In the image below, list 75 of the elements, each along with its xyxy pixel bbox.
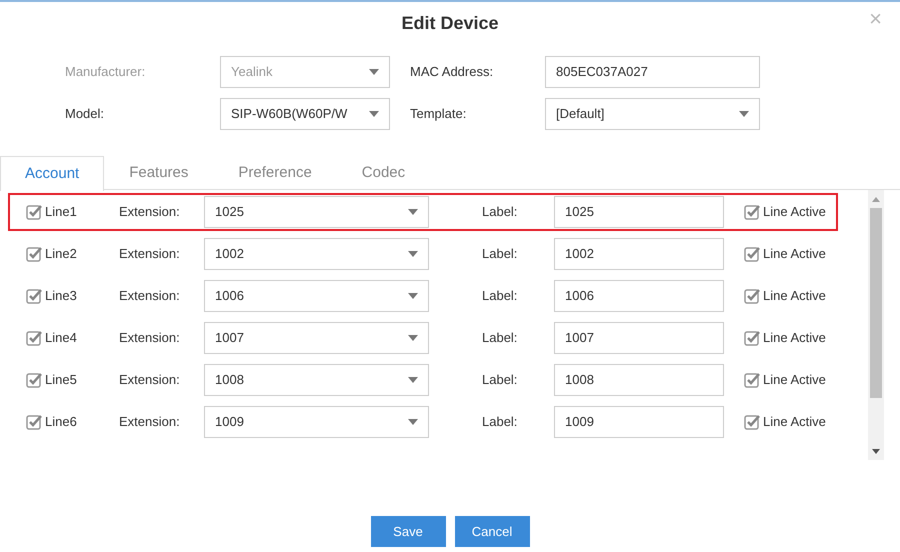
field-label: Extension: bbox=[119, 413, 181, 432]
input-field[interactable]: 1006 bbox=[554, 280, 724, 312]
tab[interactable]: Preference bbox=[213, 156, 337, 190]
tab[interactable]: Codec bbox=[336, 156, 430, 190]
action-button[interactable]: Save bbox=[370, 516, 446, 547]
dropdown[interactable]: SIP-W60B(W60P/W bbox=[220, 98, 390, 130]
field-label: Label: bbox=[481, 413, 518, 432]
dropdown[interactable]: 1007 bbox=[204, 322, 429, 354]
dropdown[interactable]: 1025 bbox=[204, 196, 429, 228]
field-label: Label: bbox=[481, 245, 518, 264]
field-label: Label: bbox=[481, 287, 518, 306]
field-label: Extension: bbox=[119, 245, 181, 264]
input-field[interactable]: 1008 bbox=[554, 364, 724, 396]
checkbox[interactable] bbox=[26, 204, 42, 220]
caret-icon bbox=[369, 111, 379, 117]
dropdown[interactable]: 1009 bbox=[204, 406, 429, 438]
scrollbar-thumb[interactable] bbox=[870, 208, 882, 398]
caret-icon bbox=[408, 251, 418, 257]
line-name: Line1 bbox=[45, 203, 77, 222]
scroll-down-icon[interactable] bbox=[872, 449, 880, 454]
input-field[interactable]: 1009 bbox=[554, 406, 724, 438]
checkbox-label: Line Active bbox=[763, 329, 826, 348]
input-field[interactable]: 805EC037A027 bbox=[545, 56, 760, 88]
checkbox[interactable] bbox=[744, 330, 760, 346]
checkbox[interactable] bbox=[26, 288, 42, 304]
line-name: Line6 bbox=[45, 413, 77, 432]
checkbox[interactable] bbox=[744, 246, 760, 262]
field-label: MAC Address: bbox=[410, 63, 494, 82]
scroll-up-icon[interactable] bbox=[872, 197, 880, 202]
checkbox-label: Line Active bbox=[763, 287, 826, 306]
caret-icon bbox=[408, 209, 418, 215]
field-label: Label: bbox=[481, 329, 518, 348]
caret-icon bbox=[408, 335, 418, 341]
action-button[interactable]: Cancel bbox=[454, 516, 530, 547]
tab[interactable]: Account bbox=[0, 156, 104, 191]
field-label: Manufacturer: bbox=[65, 63, 146, 82]
input-field[interactable]: 1007 bbox=[554, 322, 724, 354]
input-field[interactable]: 1025 bbox=[554, 196, 724, 228]
dropdown[interactable]: 1006 bbox=[204, 280, 429, 312]
input-field[interactable]: 1002 bbox=[554, 238, 724, 270]
line-name: Line4 bbox=[45, 329, 77, 348]
checkbox[interactable] bbox=[26, 246, 42, 262]
dropdown[interactable]: [Default] bbox=[545, 98, 760, 130]
line-name: Line5 bbox=[45, 371, 77, 390]
checkbox[interactable] bbox=[744, 414, 760, 430]
line-name: Line3 bbox=[45, 287, 77, 306]
checkbox[interactable] bbox=[744, 372, 760, 388]
checkbox-label: Line Active bbox=[763, 413, 826, 432]
field-label: Label: bbox=[481, 371, 518, 390]
caret-icon bbox=[739, 111, 749, 117]
checkbox[interactable] bbox=[26, 414, 42, 430]
dialog-title: Edit Device bbox=[401, 12, 499, 35]
caret-icon bbox=[408, 377, 418, 383]
checkbox-label: Line Active bbox=[763, 203, 826, 222]
field-label: Template: bbox=[410, 105, 468, 124]
caret-icon bbox=[369, 69, 379, 75]
field-label: Extension: bbox=[119, 329, 181, 348]
field-label: Extension: bbox=[119, 287, 181, 306]
checkbox-label: Line Active bbox=[763, 245, 826, 264]
dropdown[interactable]: 1008 bbox=[204, 364, 429, 396]
caret-icon bbox=[408, 293, 418, 299]
field-label: Label: bbox=[481, 203, 518, 222]
tab[interactable]: Features bbox=[104, 156, 214, 190]
checkbox-label: Line Active bbox=[763, 371, 826, 390]
checkbox[interactable] bbox=[744, 204, 760, 220]
caret-icon bbox=[408, 419, 418, 425]
checkbox[interactable] bbox=[26, 330, 42, 346]
scrollbar[interactable] bbox=[868, 190, 884, 460]
checkbox[interactable] bbox=[744, 288, 760, 304]
field-label: Model: bbox=[65, 105, 106, 124]
checkbox[interactable] bbox=[26, 372, 42, 388]
dropdown[interactable]: 1002 bbox=[204, 238, 429, 270]
field-label: Extension: bbox=[119, 203, 181, 222]
field-label: Extension: bbox=[119, 371, 181, 390]
line-name: Line2 bbox=[45, 245, 77, 264]
